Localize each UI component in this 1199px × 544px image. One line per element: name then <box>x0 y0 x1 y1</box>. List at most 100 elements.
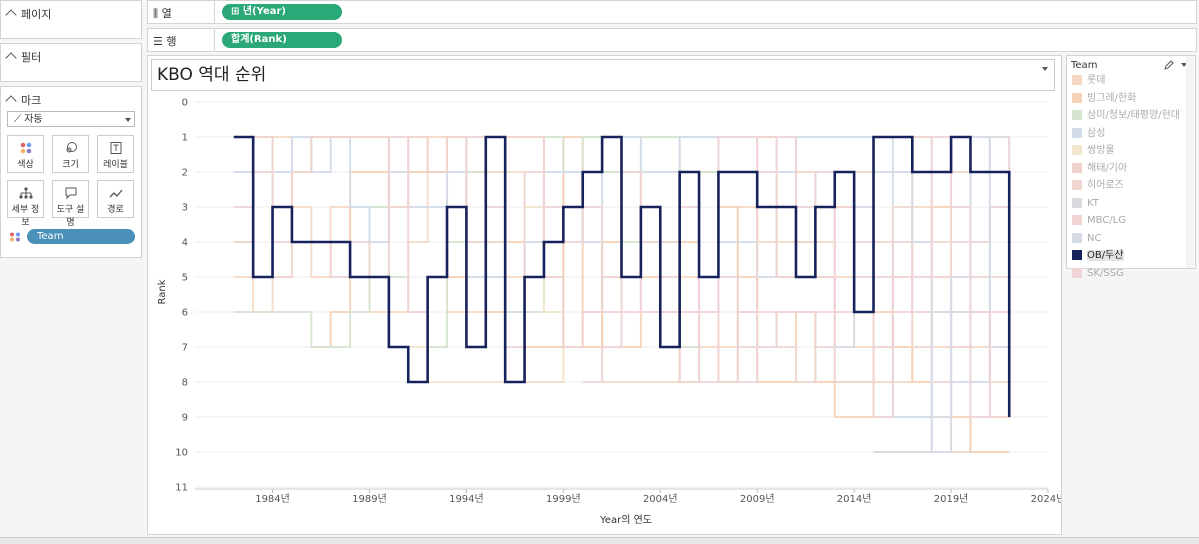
rows-shelf: ☰ 행 합계(Rank) <box>147 28 1197 52</box>
legend-item[interactable]: NC <box>1072 232 1102 250</box>
legend-label: 삼미/청보/태평양/현대 <box>1087 110 1180 121</box>
rows-shelf-label: ☰ 행 <box>153 33 176 49</box>
dropdown-arrow-icon <box>125 118 131 122</box>
legend-label: 빙그레/한화 <box>1087 92 1137 104</box>
tooltip-label: 도구 설명 <box>56 205 85 228</box>
x-tick-label: 2014년 <box>837 493 872 505</box>
shelf-divider <box>214 29 215 51</box>
columns-shelf-label: ⫼ 열 <box>153 5 172 21</box>
legend-label: SK/SSG <box>1087 267 1124 279</box>
legend-item[interactable]: KT <box>1072 197 1099 215</box>
marks-panel: 마크 ⟋ 자동 색상 크기 레이블 세부 정보 도구 설명 경로 Team <box>0 86 142 258</box>
x-tick-label: 2009년 <box>740 493 775 505</box>
rank-chart: 0 1 2 3 4 5 6 7 8 9 10 11 1984년 1989년 1994년 1999년 2004년… <box>157 98 1061 527</box>
label-label: 레이블 <box>103 160 128 170</box>
size-icon <box>66 142 77 153</box>
columns-label: 열 <box>161 7 172 20</box>
legend-label: 롯데 <box>1087 75 1106 86</box>
legend-label: 쌍방울 <box>1087 145 1115 156</box>
legend-label: 히어로즈 <box>1087 180 1124 191</box>
filters-header[interactable]: 필터 <box>5 49 41 65</box>
detail-label: 세부 정보 <box>11 205 40 228</box>
x-tick-label: 1984년 <box>255 493 290 505</box>
x-tick-label: 2004년 <box>643 493 678 505</box>
legend-swatch <box>1072 232 1082 243</box>
mark-type-dropdown[interactable]: ⟋ 자동 <box>7 111 135 127</box>
path-icon <box>109 189 122 198</box>
legend-swatch <box>1072 250 1082 260</box>
legend-swatch <box>1072 127 1082 138</box>
marks-header[interactable]: 마크 <box>5 92 42 108</box>
y-tick-label: 10 <box>175 448 188 459</box>
y-tick-label: 1 <box>182 133 188 144</box>
legend-swatch <box>1072 215 1082 225</box>
legend-swatch <box>1072 197 1082 208</box>
detail-icon <box>18 187 33 199</box>
legend-swatch <box>1072 180 1082 190</box>
legend-scrollbar[interactable] <box>1186 56 1194 268</box>
pages-panel: 페이지 <box>0 0 142 39</box>
y-tick-label: 8 <box>182 378 188 389</box>
tooltip-button[interactable]: 도구 설명 <box>52 180 89 228</box>
pencil-icon[interactable] <box>1164 60 1174 70</box>
rank-pill[interactable]: 합계(Rank) <box>222 32 342 48</box>
y-tick-label: 7 <box>182 343 188 354</box>
y-axis-label: Rank <box>157 279 168 304</box>
legend-item[interactable]: 롯데 <box>1072 75 1105 92</box>
x-tick-label: 1989년 <box>352 493 387 505</box>
x-tick-label: 2024년 <box>1031 493 1061 505</box>
size-button[interactable]: 크기 <box>52 135 89 173</box>
legend-label: 해태/기아 <box>1087 162 1128 174</box>
legend-label: KT <box>1087 197 1099 209</box>
marks-label: 마크 <box>21 94 42 107</box>
size-label: 크기 <box>62 160 79 170</box>
mark-type-value: 자동 <box>24 114 43 125</box>
y-tick-label: 6 <box>182 308 188 319</box>
color-label: 색상 <box>17 160 34 170</box>
legend-swatch <box>1072 267 1082 278</box>
legend-title: Team <box>1071 60 1098 71</box>
y-tick-label: 2 <box>182 168 188 179</box>
legend-item[interactable]: 삼미/청보/태평양/현대 <box>1072 110 1180 127</box>
rows-label: 행 <box>166 35 177 48</box>
legend-swatch <box>1072 75 1082 85</box>
series-lines <box>233 135 1011 453</box>
legend-item[interactable]: SK/SSG <box>1072 267 1124 285</box>
x-tick-label: 1994년 <box>449 493 484 505</box>
y-tick-label: 4 <box>182 238 188 249</box>
x-axis-ticks: 1984년 1989년 1994년 1999년 2004년 2009년 2014년 2019년… <box>255 489 1061 505</box>
legend-swatch <box>1072 92 1082 103</box>
chart-panel: KBO 역대 순위 0 1 2 3 4 5 6 7 8 9 10 11 1984년 1989년 1994년… <box>147 55 1062 535</box>
year-pill[interactable]: ⊞ 년(Year) <box>222 4 342 20</box>
tooltip-icon <box>65 187 76 199</box>
legend-item[interactable]: 삼성 <box>1072 127 1105 145</box>
x-tick-label: 1999년 <box>546 493 581 505</box>
legend-item[interactable]: OB/두산 <box>1072 250 1124 267</box>
legend-item[interactable]: 해태/기아 <box>1072 162 1128 180</box>
legend-item[interactable]: 히어로즈 <box>1072 180 1124 197</box>
chevron-up-icon <box>5 52 17 64</box>
filters-panel: 필터 <box>0 43 142 82</box>
y-tick-label: 3 <box>182 203 188 214</box>
legend-item[interactable]: 쌍방울 <box>1072 145 1115 162</box>
legend-label: NC <box>1087 232 1102 244</box>
y-tick-label: 11 <box>175 483 188 494</box>
chevron-up-icon <box>5 95 17 107</box>
team-color-pill[interactable]: Team <box>27 229 135 244</box>
team-legend: Team 롯데빙그레/한화삼미/청보/태평양/현대삼성 쌍방울해태/기아히어로즈 K… <box>1066 55 1196 279</box>
line-mark-icon: ⟋ <box>14 114 25 125</box>
legend-item[interactable]: MBC/LG <box>1072 215 1126 232</box>
detail-button[interactable]: 세부 정보 <box>7 180 44 228</box>
legend-item[interactable]: 빙그레/한화 <box>1072 92 1137 110</box>
pages-header[interactable]: 페이지 <box>5 6 51 22</box>
legend-label: OB/두산 <box>1087 250 1124 261</box>
path-button[interactable]: 경로 <box>97 180 134 218</box>
color-button[interactable]: 색상 <box>7 135 44 173</box>
columns-shelf: ⫼ 열 ⊞ 년(Year) <box>147 0 1197 24</box>
shelf-divider <box>214 1 215 23</box>
series-line-muted[interactable] <box>834 136 1011 453</box>
x-axis-label: Year의 연도 <box>599 514 652 526</box>
label-button[interactable]: 레이블 <box>97 135 134 173</box>
columns-icon: ⫼ <box>153 7 162 20</box>
legend-swatch <box>1072 145 1082 155</box>
